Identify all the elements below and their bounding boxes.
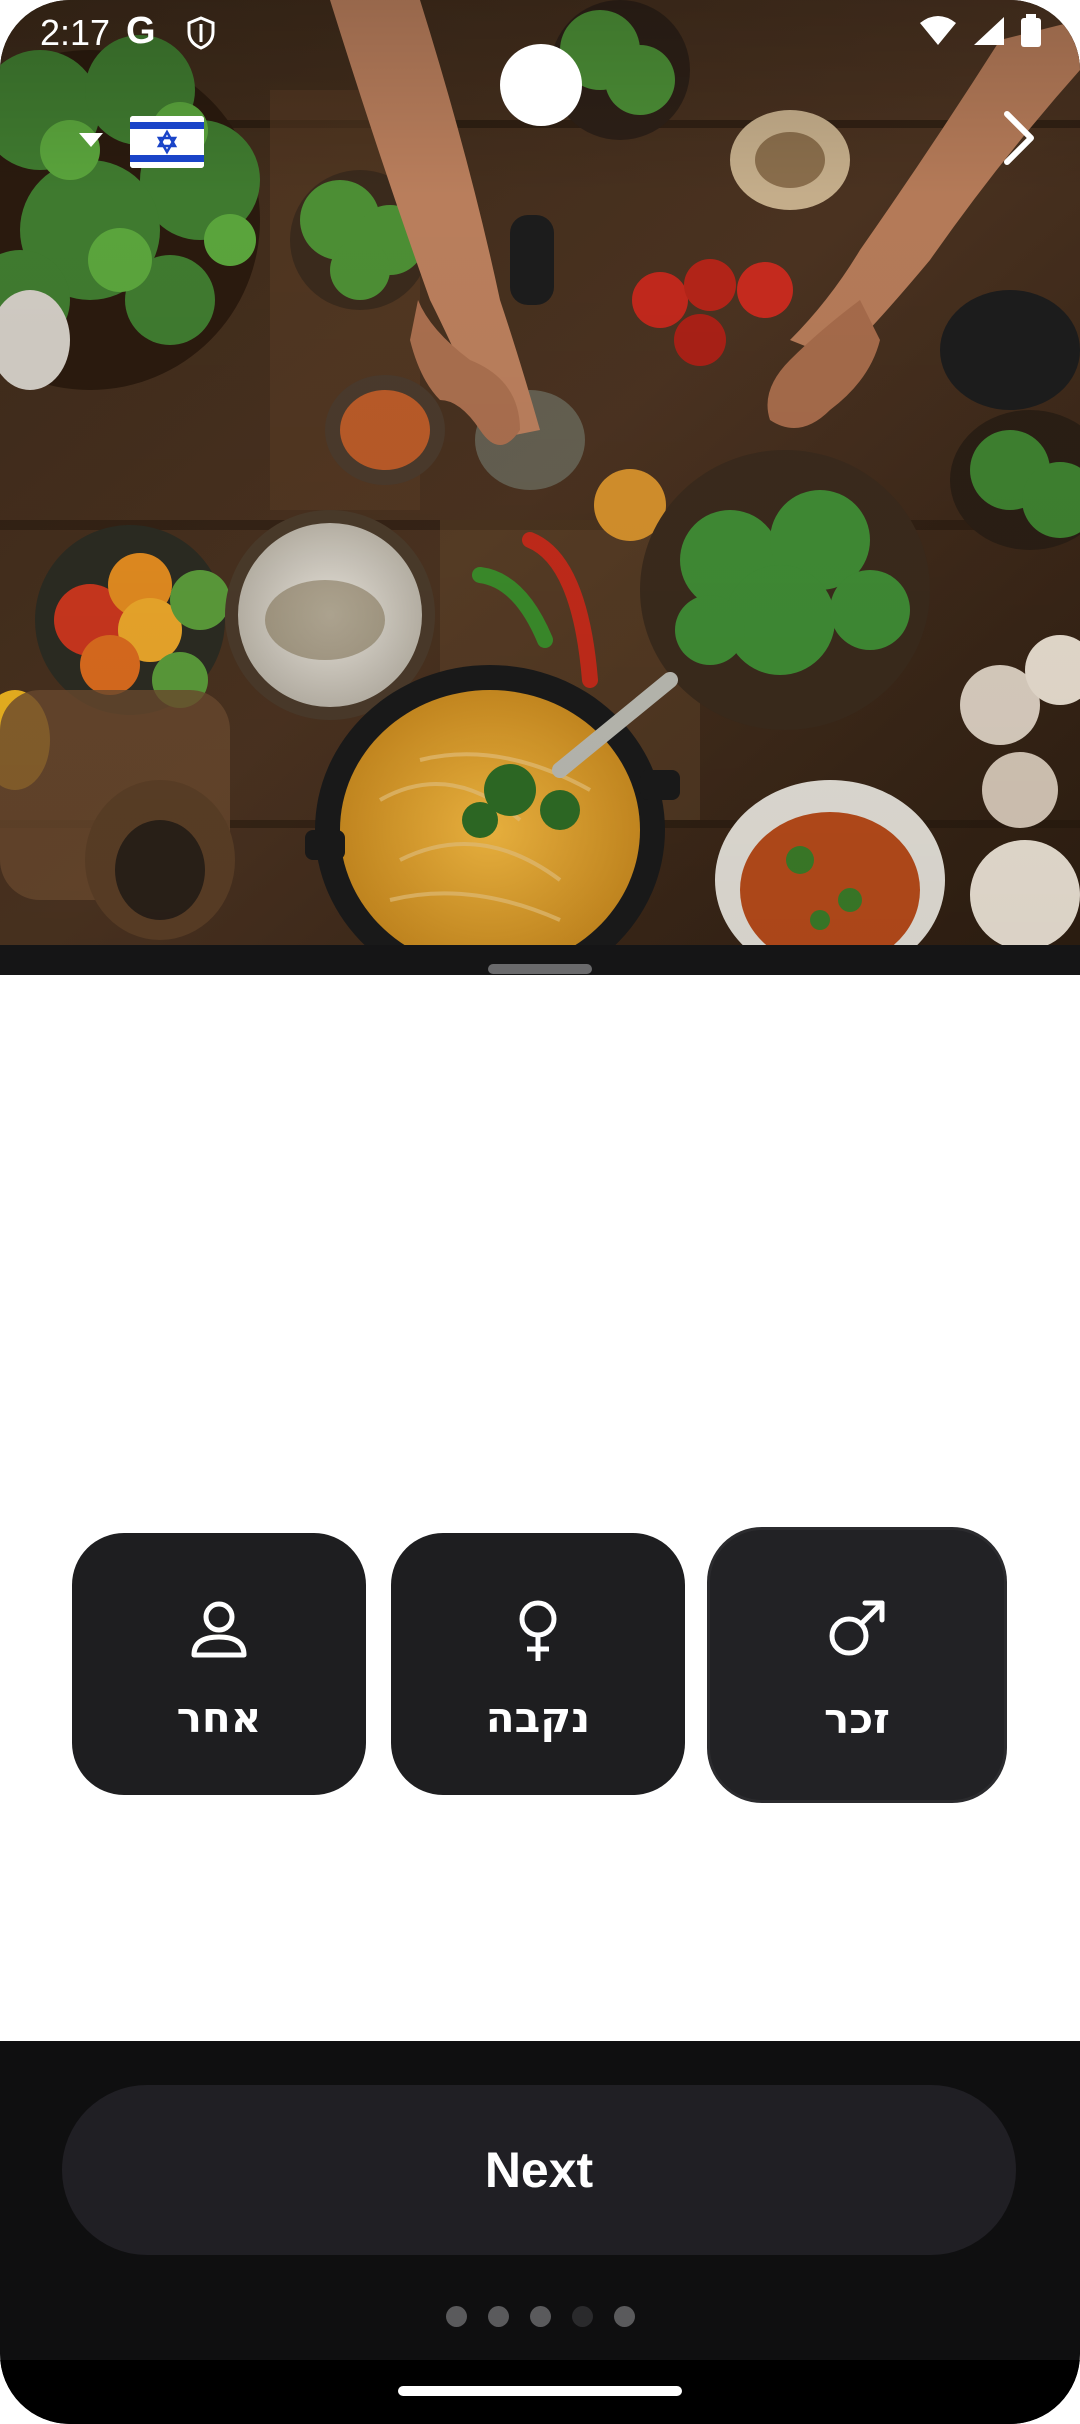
israel-flag-icon: [130, 116, 204, 168]
drag-handle[interactable]: [488, 964, 592, 974]
signal-icon: [972, 15, 1006, 52]
gender-option-female[interactable]: נקבה: [391, 1533, 685, 1795]
gender-label-female: נקבה: [485, 1693, 591, 1742]
page-dot-2: [487, 2306, 509, 2327]
language-selector[interactable]: [78, 116, 204, 168]
page-indicator: [0, 2306, 1080, 2327]
female-symbol-icon: [391, 1599, 685, 1663]
status-time: 2:17: [40, 12, 111, 53]
chevron-right-icon[interactable]: [990, 108, 1050, 168]
google-icon: G: [126, 10, 156, 52]
camera-cutout: [500, 44, 582, 126]
next-button[interactable]: Next: [62, 2085, 1016, 2255]
gender-option-male[interactable]: זכר: [710, 1530, 1004, 1800]
page-dot-3: [529, 2306, 551, 2327]
page-dot-4: [571, 2306, 593, 2327]
page-dot-1: [445, 2306, 467, 2327]
battery-icon: [1020, 14, 1042, 53]
caret-down-icon: [78, 132, 104, 153]
gender-options: אחר נקבה זכר: [72, 1530, 1008, 1800]
gender-label-other: אחר: [176, 1693, 262, 1742]
gender-label-male: זכר: [824, 1694, 890, 1743]
status-icons: [918, 14, 1042, 53]
male-symbol-icon: [710, 1598, 1004, 1658]
person-icon: [72, 1599, 366, 1661]
page-dot-5: [613, 2306, 635, 2327]
wifi-icon: [918, 15, 958, 52]
app-screen: 2:17 G אחר נקבה זכר Next: [0, 0, 1080, 2424]
gender-option-other[interactable]: אחר: [72, 1533, 366, 1795]
shield-icon: [186, 16, 216, 55]
home-indicator[interactable]: [398, 2386, 682, 2396]
